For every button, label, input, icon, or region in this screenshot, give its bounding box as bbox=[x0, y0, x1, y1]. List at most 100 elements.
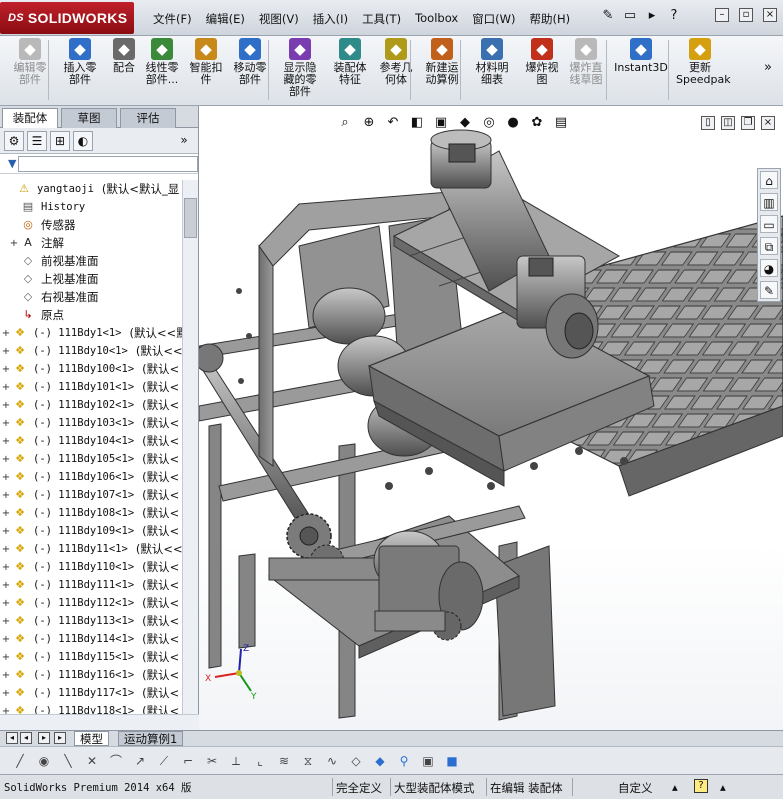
solidworks-logo[interactable]: DS SOLIDWORKS bbox=[0, 2, 134, 34]
tab-0[interactable]: 装配体 bbox=[2, 108, 58, 128]
tree-row[interactable]: + ❖ (-) 111Bdy100<1> (默认< bbox=[0, 360, 182, 378]
line-tool-icon[interactable]: ╱ bbox=[12, 753, 28, 769]
units-dropdown-icon[interactable]: ▴ bbox=[672, 780, 678, 794]
pin-icon[interactable]: ✎ bbox=[600, 8, 616, 24]
expand-toggle-icon[interactable]: + bbox=[0, 598, 12, 609]
menu-item-2[interactable]: 视图(V) bbox=[252, 9, 306, 29]
tree-row[interactable]: ◎ 传感器 bbox=[0, 216, 182, 234]
arc-tool-icon[interactable]: ⌒ bbox=[108, 753, 124, 769]
smart-dimension-icon[interactable]: ⟋ bbox=[156, 753, 172, 769]
tree-row[interactable]: + ❖ (-) 111Bdy118<1> (默认< bbox=[0, 702, 182, 714]
expand-toggle-icon[interactable]: + bbox=[0, 634, 12, 645]
corner-tool-icon[interactable]: ⌞ bbox=[252, 753, 268, 769]
expand-toggle-icon[interactable]: + bbox=[8, 238, 20, 249]
expand-toggle-icon[interactable]: + bbox=[0, 526, 12, 537]
feature-manager-tree-icon[interactable]: ⚙ bbox=[4, 130, 24, 151]
tab-1[interactable]: 草图 bbox=[61, 108, 117, 128]
tree-row[interactable]: + ❖ (-) 111Bdy117<1> (默认< bbox=[0, 684, 182, 702]
tree-row[interactable]: + ❖ (-) 111Bdy112<1> (默认< bbox=[0, 594, 182, 612]
expand-toggle-icon[interactable]: + bbox=[0, 436, 12, 447]
relation-tool-icon[interactable]: ⟂ bbox=[228, 753, 244, 769]
close-button[interactable]: × bbox=[763, 8, 777, 22]
ribbon-button-4[interactable]: ◆ 智能扣 件 bbox=[182, 38, 230, 86]
expand-toggle-icon[interactable]: + bbox=[0, 382, 12, 393]
tree-row[interactable]: + ❖ (-) 111Bdy114<1> (默认< bbox=[0, 630, 182, 648]
expand-toggle-icon[interactable]: + bbox=[0, 328, 12, 339]
design-library-icon[interactable]: ▥ bbox=[760, 193, 778, 211]
tab-2[interactable]: 评估 bbox=[120, 108, 176, 128]
tree-row[interactable]: + ❖ (-) 111Bdy115<1> (默认< bbox=[0, 648, 182, 666]
assembly-3d-model[interactable] bbox=[199, 106, 783, 730]
ribbon-button-13[interactable]: ◆ Instant3D bbox=[612, 38, 670, 74]
trim-tool-icon[interactable]: ✂ bbox=[204, 753, 220, 769]
tree-row[interactable]: ⚠ yangtaoji (默认<默认_显 bbox=[0, 180, 182, 198]
ribbon-button-1[interactable]: ◆ 插入零 部件 bbox=[56, 38, 104, 86]
expand-toggle-icon[interactable]: + bbox=[0, 346, 12, 357]
expand-panel-icon[interactable]: » bbox=[174, 131, 194, 151]
tab-scroll-last-icon[interactable]: ▸ bbox=[54, 732, 66, 744]
tree-row[interactable]: + ❖ (-) 111Bdy105<1> (默认< bbox=[0, 450, 182, 468]
ribbon-button-11[interactable]: ◆ 爆炸视 图 bbox=[518, 38, 566, 86]
help-status-icon[interactable]: ? bbox=[694, 779, 708, 793]
dimension-tool-icon[interactable]: ↗ bbox=[132, 753, 148, 769]
ribbon-button-5[interactable]: ◆ 移动零 部件 bbox=[226, 38, 274, 86]
centerline-tool-icon[interactable]: ╲ bbox=[60, 753, 76, 769]
tree-row[interactable]: ▤ History bbox=[0, 198, 182, 216]
ribbon-button-8[interactable]: ◆ 参考几 何体 bbox=[372, 38, 420, 86]
tree-row[interactable]: ◇ 上视基准面 bbox=[0, 270, 182, 288]
menu-item-5[interactable]: Toolbox bbox=[408, 9, 465, 29]
ribbon-button-12[interactable]: ◆ 爆炸直 线草图 bbox=[562, 38, 610, 86]
minimize-button[interactable]: – bbox=[715, 8, 729, 22]
spline-tool-icon[interactable]: ∿ bbox=[324, 753, 340, 769]
cube-blue-icon[interactable]: ◆ bbox=[372, 753, 388, 769]
tab-scroll-first-icon[interactable]: ◂ bbox=[20, 732, 32, 744]
tree-row[interactable]: + ❖ (-) 111Bdy101<1> (默认< bbox=[0, 378, 182, 396]
expand-toggle-icon[interactable]: + bbox=[0, 544, 12, 555]
expand-toggle-icon[interactable]: + bbox=[0, 580, 12, 591]
tree-row[interactable]: ◇ 右视基准面 bbox=[0, 288, 182, 306]
menu-item-6[interactable]: 窗口(W) bbox=[465, 9, 522, 29]
tree-row[interactable]: + ❖ (-) 111Bdy110<1> (默认< bbox=[0, 558, 182, 576]
filter-input[interactable] bbox=[18, 155, 198, 172]
expand-toggle-icon[interactable]: + bbox=[0, 472, 12, 483]
tree-row[interactable]: + ❖ (-) 111Bdy109<1> (默认< bbox=[0, 522, 182, 540]
filter-icon[interactable]: ▼ bbox=[8, 157, 16, 170]
display-manager-icon[interactable]: ◐ bbox=[73, 130, 93, 151]
wireframe-box-icon[interactable]: ▣ bbox=[420, 753, 436, 769]
menu-item-1[interactable]: 编辑(E) bbox=[199, 9, 252, 29]
tree-row[interactable]: + ❖ (-) 111Bdy113<1> (默认< bbox=[0, 612, 182, 630]
tree-row[interactable]: + ❖ (-) 111Bdy116<1> (默认< bbox=[0, 666, 182, 684]
tree-row[interactable]: + ❖ (-) 111Bdy107<1> (默认< bbox=[0, 486, 182, 504]
tab-scroll-left-icon[interactable]: ◂ bbox=[6, 732, 18, 744]
menu-item-4[interactable]: 工具(T) bbox=[355, 9, 408, 29]
appearances-icon[interactable]: ◕ bbox=[760, 259, 778, 277]
ribbon-button-14[interactable]: ◆ 更新 Speedpak bbox=[676, 38, 731, 86]
ribbon-button-6[interactable]: ◆ 显示隐 藏的零 部件 bbox=[276, 38, 324, 98]
tree-row[interactable]: + ❖ (-) 111Bdy1<1> (默认<<默 bbox=[0, 324, 182, 342]
restore-button[interactable]: ▫ bbox=[739, 8, 753, 22]
tab-model[interactable]: 模型 bbox=[74, 731, 109, 746]
ribbon-button-7[interactable]: ◆ 装配体 特征 bbox=[326, 38, 374, 86]
expand-toggle-icon[interactable]: + bbox=[0, 454, 12, 465]
tab-motion-study[interactable]: 运动算例1 bbox=[118, 731, 184, 746]
expand-toggle-icon[interactable]: + bbox=[0, 562, 12, 573]
expand-toggle-icon[interactable]: + bbox=[0, 688, 12, 699]
expand-toggle-icon[interactable]: + bbox=[0, 652, 12, 663]
expand-toggle-icon[interactable]: + bbox=[0, 490, 12, 501]
offset-tool-icon[interactable]: ≋ bbox=[276, 753, 292, 769]
intersection-tool-icon[interactable]: ✕ bbox=[84, 753, 100, 769]
ribbon-button-3[interactable]: ◆ 线性零 部件... bbox=[138, 38, 186, 86]
expand-toggle-icon[interactable]: + bbox=[0, 670, 12, 681]
view-palette-icon[interactable]: ⧉ bbox=[760, 237, 778, 255]
point-tool-icon[interactable]: ◉ bbox=[36, 753, 52, 769]
property-manager-icon[interactable]: ☰ bbox=[27, 130, 47, 151]
expand-toggle-icon[interactable]: + bbox=[0, 400, 12, 411]
tab-scroll-next-icon[interactable]: ▸ bbox=[38, 732, 50, 744]
new-document-icon[interactable]: ▭ bbox=[622, 8, 638, 24]
expand-toggle-icon[interactable]: + bbox=[0, 508, 12, 519]
tree-row[interactable]: + ❖ (-) 111Bdy11<1> (默认<< bbox=[0, 540, 182, 558]
tree-row[interactable]: ◇ 前视基准面 bbox=[0, 252, 182, 270]
custom-properties-icon[interactable]: ✎ bbox=[760, 281, 778, 299]
expand-toggle-icon[interactable]: + bbox=[0, 616, 12, 627]
tree-row[interactable]: + ❖ (-) 111Bdy106<1> (默认< bbox=[0, 468, 182, 486]
